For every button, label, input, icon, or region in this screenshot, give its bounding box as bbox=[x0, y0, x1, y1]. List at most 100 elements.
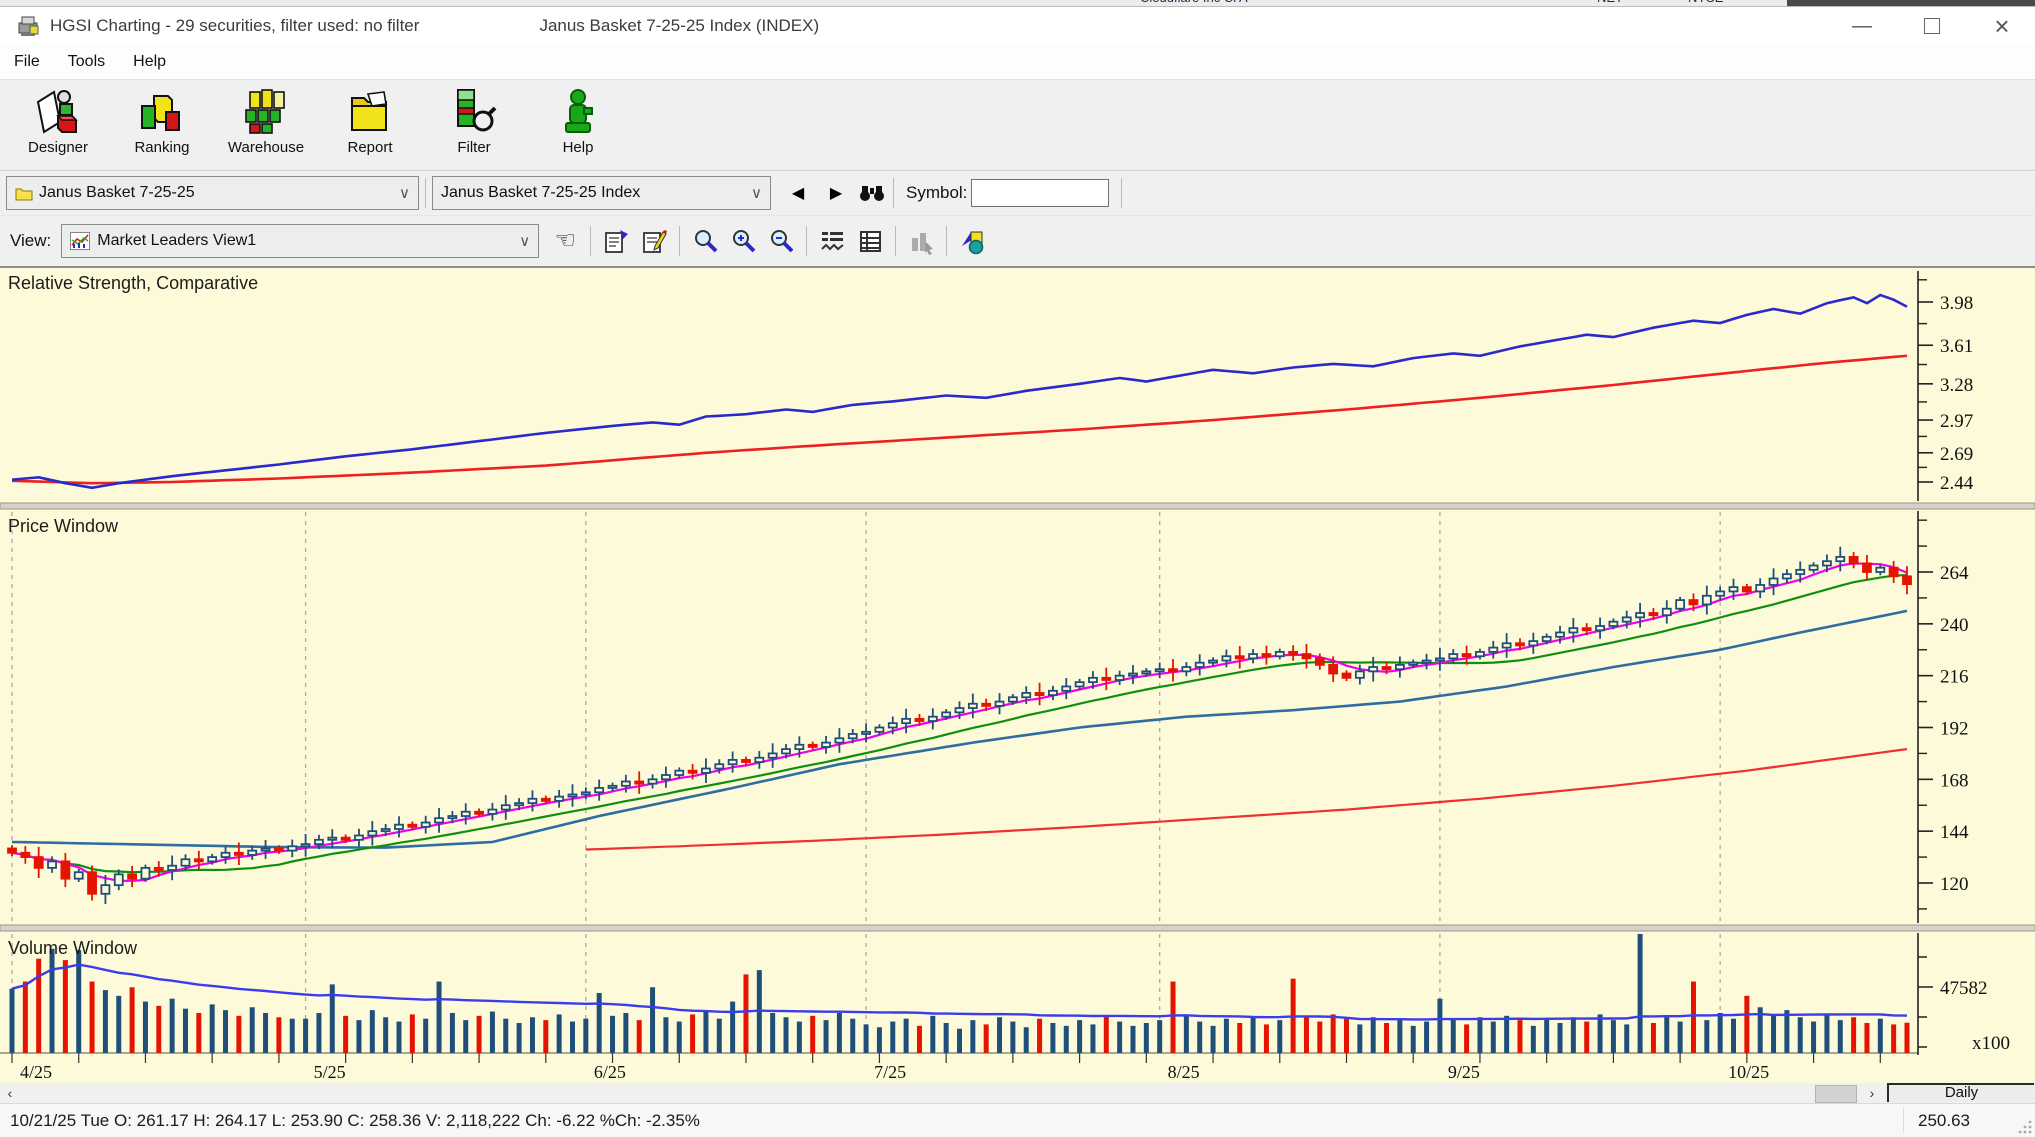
zoom-out-icon bbox=[770, 229, 794, 252]
symbol-input[interactable] bbox=[971, 179, 1110, 207]
find-symbol-button[interactable] bbox=[857, 178, 887, 208]
print-chart-button[interactable] bbox=[956, 225, 988, 257]
zoom-out-button[interactable] bbox=[765, 225, 797, 257]
next-security-button[interactable]: ▶ bbox=[821, 178, 851, 208]
ranking-button[interactable]: Ranking bbox=[110, 80, 214, 156]
previous-security-button[interactable]: ◀ bbox=[783, 178, 813, 208]
svg-text:2.69: 2.69 bbox=[1940, 444, 1973, 465]
close-button[interactable]: × bbox=[1989, 11, 2015, 41]
designer-button[interactable]: Designer bbox=[6, 80, 110, 156]
svg-text:240: 240 bbox=[1940, 615, 1969, 636]
minimize-button[interactable]: — bbox=[1849, 13, 1875, 39]
indicator-list-button[interactable] bbox=[816, 225, 848, 257]
svg-text:9/25: 9/25 bbox=[1448, 1062, 1480, 1082]
maximize-icon bbox=[1924, 18, 1940, 34]
svg-text:7/25: 7/25 bbox=[874, 1062, 906, 1082]
svg-text:3.61: 3.61 bbox=[1940, 336, 1973, 357]
symbol-bar: Janus Basket 7-25-25 ∨ Janus Basket 7-25… bbox=[0, 171, 2035, 216]
svg-text:x100: x100 bbox=[1972, 1033, 2010, 1054]
separator bbox=[679, 226, 681, 256]
sliver-fragment: Cloudflare Inc Cl A bbox=[1140, 0, 1248, 5]
svg-text:8/25: 8/25 bbox=[1168, 1062, 1200, 1082]
scroll-left-button[interactable]: ‹ bbox=[0, 1083, 20, 1103]
svg-text:144: 144 bbox=[1940, 822, 1969, 843]
index-dropdown-value: Janus Basket 7-25-25 Index bbox=[441, 184, 641, 201]
status-divider bbox=[1903, 1108, 1904, 1133]
document-title: Janus Basket 7-25-25 Index (INDEX) bbox=[539, 16, 820, 35]
chevron-down-icon: ∨ bbox=[751, 185, 762, 202]
view-dropdown-value: Market Leaders View1 bbox=[97, 232, 257, 249]
basket-dropdown[interactable]: Janus Basket 7-25-25 ∨ bbox=[6, 176, 419, 210]
separator bbox=[893, 178, 894, 208]
help-icon bbox=[565, 89, 593, 133]
data-table-button[interactable] bbox=[854, 225, 886, 257]
hand-pointer-icon: ☜ bbox=[554, 227, 577, 254]
separator bbox=[946, 226, 948, 256]
view-label: View: bbox=[10, 231, 52, 250]
warehouse-button[interactable]: Warehouse bbox=[214, 80, 318, 156]
toolbar-button-label: Report bbox=[347, 139, 393, 156]
scroll-right-button[interactable]: › bbox=[1860, 1083, 1884, 1103]
chart-style-button-disabled[interactable] bbox=[905, 225, 937, 257]
warehouse-icon bbox=[245, 89, 285, 134]
svg-text:2.97: 2.97 bbox=[1940, 411, 1973, 432]
volume-panel-title: Volume Window bbox=[8, 938, 138, 958]
price-panel-title: Price Window bbox=[8, 516, 119, 536]
properties-icon bbox=[604, 229, 628, 253]
menu-file[interactable]: File bbox=[14, 53, 40, 71]
maximize-button[interactable] bbox=[1919, 13, 1945, 39]
report-icon bbox=[351, 91, 387, 131]
zoom-reset-button[interactable] bbox=[689, 225, 721, 257]
rs-panel-title: Relative Strength, Comparative bbox=[8, 273, 258, 293]
menu-help[interactable]: Help bbox=[133, 53, 166, 71]
filter-button[interactable]: Filter bbox=[422, 80, 526, 156]
window-controls: — × bbox=[1849, 11, 2015, 41]
separator bbox=[425, 178, 426, 208]
apply-view-button[interactable]: ☜ bbox=[549, 225, 581, 257]
main-toolbar: Designer Ranking Warehouse Report Filter… bbox=[0, 79, 2035, 171]
svg-text:168: 168 bbox=[1940, 770, 1969, 791]
separator bbox=[895, 226, 897, 256]
scrollbar-thumb[interactable] bbox=[1815, 1085, 1857, 1103]
ranking-icon bbox=[141, 95, 180, 131]
svg-text:264: 264 bbox=[1940, 563, 1969, 584]
separator bbox=[590, 226, 592, 256]
zoom-in-button[interactable] bbox=[727, 225, 759, 257]
svg-text:5/25: 5/25 bbox=[314, 1062, 346, 1082]
print-chart-icon bbox=[961, 231, 984, 254]
zoom-in-icon bbox=[732, 229, 756, 252]
report-button[interactable]: Report bbox=[318, 80, 422, 156]
folder-icon bbox=[15, 188, 33, 200]
sliver-dark-region bbox=[1787, 0, 2035, 6]
chart-area: 4/25 5/25 6/25 7/25 8/25 9/25 10/25 3.98 3.61 3.2… bbox=[0, 267, 2035, 1083]
magnifier-icon bbox=[694, 229, 718, 252]
binoculars-icon bbox=[860, 186, 884, 201]
svg-text:6/25: 6/25 bbox=[594, 1062, 626, 1082]
view-dropdown[interactable]: Market Leaders View1 ∨ bbox=[61, 224, 540, 258]
chevron-down-icon: ∨ bbox=[399, 185, 410, 202]
panel-separator[interactable] bbox=[0, 502, 2035, 510]
index-dropdown[interactable]: Janus Basket 7-25-25 Index ∨ bbox=[432, 176, 771, 210]
toolbar-button-label: Warehouse bbox=[227, 139, 305, 156]
view-properties-button[interactable] bbox=[600, 225, 632, 257]
chart-region: 4/25 5/25 6/25 7/25 8/25 9/25 10/25 3.98 3.61 3.2… bbox=[0, 267, 2035, 1083]
resize-grip[interactable] bbox=[2017, 1119, 2033, 1135]
svg-text:10/25: 10/25 bbox=[1728, 1062, 1769, 1082]
timeframe-button[interactable]: Daily bbox=[1887, 1083, 2034, 1102]
indicator-list-icon bbox=[821, 231, 844, 250]
help-button[interactable]: Help bbox=[526, 80, 630, 156]
svg-text:120: 120 bbox=[1940, 874, 1969, 895]
panel-separator[interactable] bbox=[0, 924, 2035, 932]
title-bar: HGSI Charting - 29 securities, filter us… bbox=[0, 7, 2035, 45]
status-bar: 10/21/25 Tue O: 261.17 H: 264.17 L: 253.… bbox=[0, 1104, 2035, 1137]
mini-chart-icon bbox=[70, 232, 91, 250]
status-right-value: 250.63 bbox=[1918, 1110, 1970, 1130]
edit-view-icon bbox=[642, 229, 667, 253]
horizontal-scrollbar[interactable]: ‹ › Daily bbox=[0, 1083, 2035, 1104]
separator bbox=[806, 226, 808, 256]
svg-text:47582: 47582 bbox=[1940, 978, 1988, 999]
menu-tools[interactable]: Tools bbox=[68, 53, 105, 71]
toolbar-button-label: Designer bbox=[27, 139, 89, 156]
edit-view-button[interactable] bbox=[638, 225, 670, 257]
app-icon bbox=[18, 16, 39, 36]
